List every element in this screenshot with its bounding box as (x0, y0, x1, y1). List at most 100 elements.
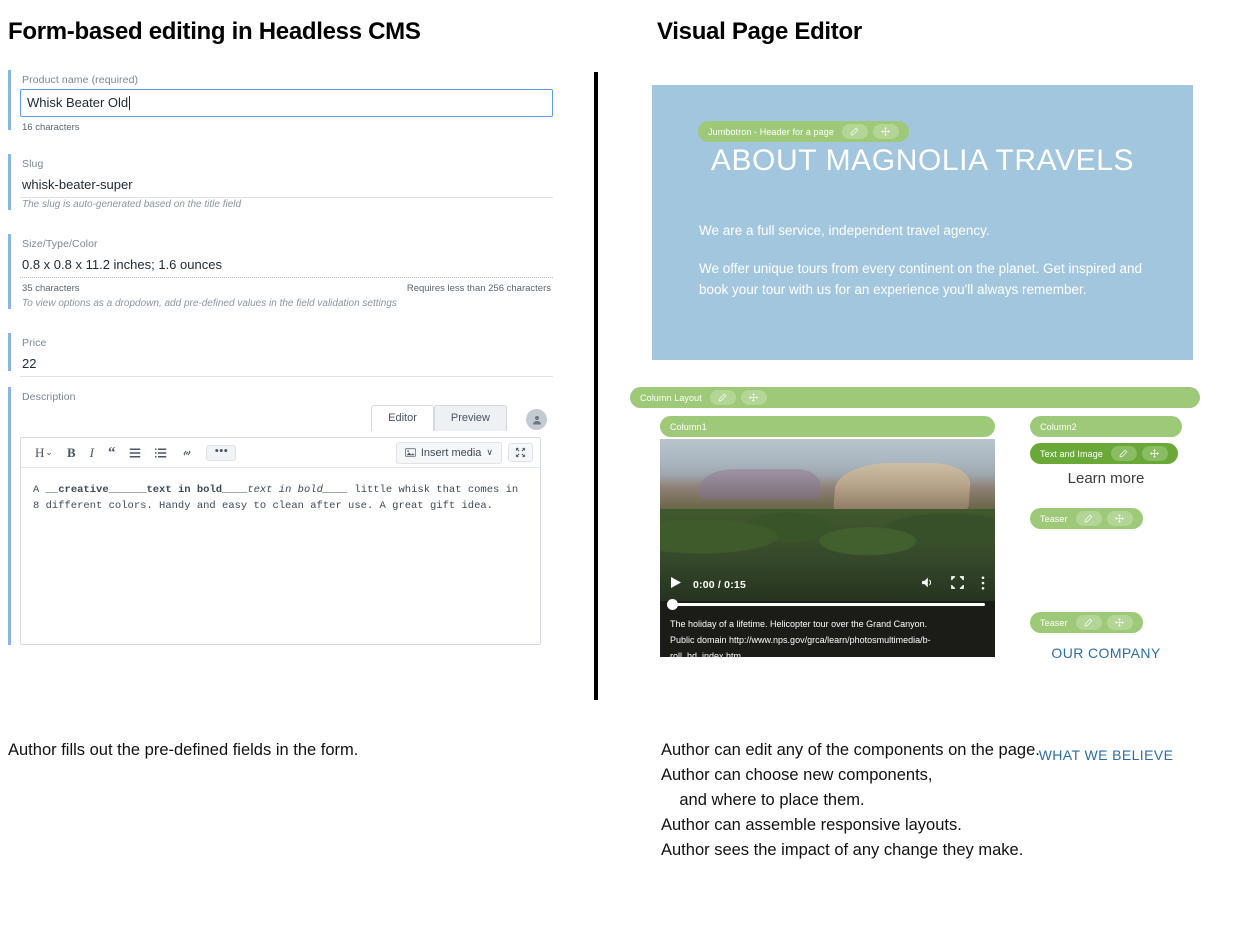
right-panel-title: Visual Page Editor (657, 18, 862, 45)
component-chip-column-layout[interactable]: Column Layout (630, 387, 1200, 408)
slug-hint: The slug is auto-generated based on the … (22, 199, 242, 210)
product-name-value: Whisk Beater Old (27, 95, 129, 110)
edit-pencil-icon[interactable] (1075, 511, 1102, 526)
size-type-color-meta: 35 characters Requires less than 256 cha… (20, 278, 553, 297)
chip-label: Teaser (1040, 617, 1068, 628)
chevron-down-icon: ∨ (486, 447, 493, 457)
left-panel-caption: Author fills out the pre-defined fields … (8, 741, 359, 759)
video-caption-line-2: Public domain http://www.nps.gov/grca/le… (670, 634, 931, 657)
avatar[interactable] (526, 409, 547, 430)
video-progress-knob[interactable] (667, 599, 678, 610)
price-input[interactable]: 22 (20, 352, 553, 377)
vertical-divider (594, 72, 598, 700)
what-we-believe-text[interactable]: WHAT WE BELIEVE (1030, 747, 1182, 763)
video-time: 0:00 / 0:15 (693, 579, 746, 591)
component-chip-text-and-image[interactable]: Text and Image (1030, 443, 1178, 464)
component-chip-column1[interactable]: Column1 (660, 416, 995, 437)
editor-toolbar: H ⌄ B I “ ••• Insert media ∨ (21, 438, 540, 468)
link-icon[interactable] (174, 445, 200, 461)
field-slug[interactable]: Slug whisk-beater-super The slug is auto… (8, 154, 553, 216)
blockquote-button[interactable]: “ (101, 445, 123, 460)
video-progress-bar[interactable] (667, 599, 985, 610)
edit-pencil-icon[interactable] (841, 124, 868, 139)
more-options-icon[interactable] (981, 575, 985, 595)
editor-text-c: text in bold____ (146, 484, 248, 496)
move-icon[interactable] (1106, 511, 1133, 526)
size-type-color-counter: 35 characters (22, 283, 80, 294)
more-options-button[interactable]: ••• (206, 444, 237, 461)
editor-tabs: Editor Preview (371, 405, 507, 431)
description-label: Description (22, 391, 76, 403)
size-type-color-requirement: Requires less than 256 characters (406, 283, 551, 294)
left-panel-title: Form-based editing in Headless CMS (8, 18, 421, 45)
bullet-list-icon[interactable] (122, 445, 148, 461)
size-type-color-hint: To view options as a dropdown, add pre-d… (22, 298, 397, 309)
headless-cms-form: Product name (required) Whisk Beater Old… (8, 70, 553, 645)
slug-label: Slug (22, 158, 44, 170)
component-chip-teaser-2[interactable]: Teaser (1030, 612, 1143, 633)
component-chip-teaser-1[interactable]: Teaser (1030, 508, 1143, 529)
price-label: Price (22, 337, 47, 349)
edit-pencil-icon[interactable] (1075, 615, 1102, 630)
heading-button[interactable]: H ⌄ (28, 443, 60, 463)
chip-label: Column2 (1040, 421, 1077, 432)
volume-icon[interactable] (920, 576, 934, 594)
product-name-label: Product name (required) (22, 74, 139, 86)
field-product-name[interactable]: Product name (required) Whisk Beater Old… (8, 70, 553, 136)
edit-pencil-icon[interactable] (1110, 446, 1137, 461)
product-name-counter: 16 characters (22, 122, 80, 133)
tab-editor[interactable]: Editor (371, 405, 434, 431)
slide-root: Form-based editing in Headless CMS Produ… (0, 0, 1241, 941)
product-name-meta: 16 characters (20, 117, 553, 136)
move-icon[interactable] (1106, 615, 1133, 630)
ordered-list-icon[interactable] (148, 445, 174, 461)
our-company-text[interactable]: OUR COMPANY (1030, 645, 1182, 661)
tab-preview[interactable]: Preview (433, 405, 507, 431)
move-icon[interactable] (740, 390, 767, 405)
rich-text-editor[interactable]: H ⌄ B I “ ••• Insert media ∨ A __creativ… (20, 437, 541, 645)
size-type-color-input[interactable]: 0.8 x 0.8 x 11.2 inches; 1.6 ounces (20, 253, 553, 278)
component-chip-jumbotron[interactable]: Jumbotron - Header for a page (698, 121, 909, 142)
chip-label: Column Layout (640, 392, 702, 403)
field-price[interactable]: Price 22 (8, 333, 553, 377)
chip-label: Column1 (670, 421, 707, 432)
play-icon[interactable] (670, 576, 682, 594)
text-caret (129, 96, 131, 110)
video-caption: The holiday of a lifetime. Helicopter to… (670, 617, 990, 657)
product-name-input[interactable]: Whisk Beater Old (20, 89, 553, 117)
learn-more-text: Learn more (1067, 470, 1145, 487)
component-chip-column2[interactable]: Column2 (1030, 416, 1182, 437)
move-icon[interactable] (1141, 446, 1168, 461)
slug-input[interactable]: whisk-beater-super (20, 173, 553, 198)
canyon-ridge-shape (700, 469, 820, 499)
size-type-color-label: Size/Type/Color (22, 238, 98, 250)
field-size-type-color[interactable]: Size/Type/Color 0.8 x 0.8 x 11.2 inches;… (8, 234, 553, 315)
jumbotron-paragraph-1: We are a full service, independent trave… (699, 223, 990, 238)
field-description: Description Editor Preview H ⌄ B I “ •••… (8, 387, 553, 645)
edit-pencil-icon[interactable] (709, 390, 736, 405)
insert-media-button[interactable]: Insert media ∨ (395, 441, 502, 464)
expand-icon[interactable] (508, 443, 533, 462)
chevron-down-icon: ⌄ (45, 447, 53, 457)
editor-text-line2: 8 different colors. Handy and easy to cl… (33, 500, 493, 513)
italic-button[interactable]: I (83, 443, 101, 463)
move-icon[interactable] (872, 124, 899, 139)
video-caption-line-1: The holiday of a lifetime. Helicopter to… (670, 619, 928, 629)
editor-content[interactable]: A __creative______text in bold____text i… (21, 468, 540, 515)
video-component[interactable]: 0:00 / 0:15 The holiday of a lifetime. H… (660, 439, 995, 657)
jumbotron-heading: ABOUT MAGNOLIA TRAVELS (710, 144, 1135, 177)
bold-button[interactable]: B (60, 443, 83, 463)
user-icon (532, 415, 541, 424)
jumbotron-paragraph-2: We offer unique tours from every contine… (699, 261, 1143, 297)
chip-label: Text and Image (1040, 448, 1103, 459)
editor-text-d: text in bold____ (247, 484, 349, 496)
editor-text-a: A (33, 484, 46, 496)
chip-label: Teaser (1040, 513, 1068, 524)
editor-text-e: little whisk that comes in (348, 484, 519, 496)
image-icon (404, 448, 416, 457)
fullscreen-icon[interactable] (951, 576, 964, 594)
canyon-mesa-shape (833, 463, 972, 511)
